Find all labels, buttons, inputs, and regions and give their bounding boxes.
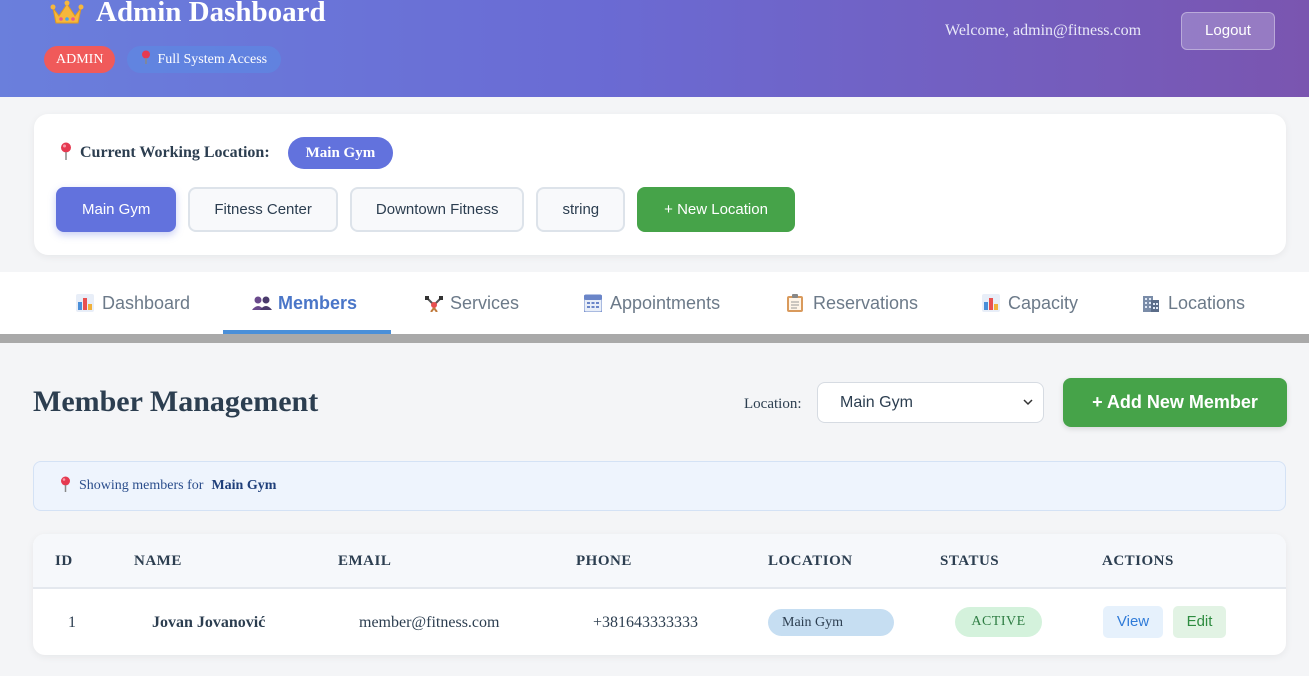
table-header: ID NAME EMAIL PHONE LOCATION STATUS ACTI… — [33, 534, 1286, 589]
tab-services[interactable]: Services — [424, 272, 519, 334]
current-location-badge: Main Gym — [287, 137, 394, 169]
building-icon — [1142, 294, 1160, 312]
section-title: Member Management — [33, 385, 319, 418]
members-table: ID NAME EMAIL PHONE LOCATION STATUS ACTI… — [33, 534, 1286, 655]
add-member-button[interactable]: + Add New Member — [1063, 378, 1287, 427]
tab-capacity[interactable]: Capacity — [982, 272, 1078, 334]
cell-phone: +381643333333 — [593, 614, 699, 631]
tab-appointments[interactable]: Appointments — [583, 272, 721, 334]
chevron-down-icon — [1023, 383, 1033, 438]
column-header-name: NAME — [134, 553, 182, 569]
edit-member-button[interactable]: Edit — [1173, 606, 1226, 638]
clipboard-icon — [787, 294, 805, 312]
logout-button[interactable]: Logout — [1181, 12, 1275, 50]
tab-locations[interactable]: Locations — [1142, 272, 1245, 334]
location-button-downtown-fitness[interactable]: Downtown Fitness — [349, 187, 525, 232]
people-icon — [252, 294, 272, 312]
tab-label: Reservations — [813, 292, 919, 313]
role-badge: ADMIN — [44, 46, 116, 73]
tab-label: Dashboard — [102, 292, 191, 313]
tab-bar-divider — [0, 334, 1309, 343]
tab-reservations[interactable]: Reservations — [787, 272, 918, 334]
dumbbell-icon — [424, 294, 443, 313]
location-button-main-gym[interactable]: Main Gym — [56, 187, 177, 232]
current-location-row: Current Working Location: Main Gym — [60, 137, 394, 169]
chart-icon — [982, 294, 1000, 312]
access-badge: Full System Access — [127, 46, 282, 73]
app-header: Admin Dashboard ADMIN Full System Access… — [0, 0, 1309, 97]
column-header-location: LOCATION — [768, 553, 853, 569]
column-header-status: STATUS — [940, 553, 1000, 569]
pin-icon — [141, 50, 151, 70]
location-switcher: Main Gym Fitness Center Downtown Fitness… — [56, 187, 795, 232]
new-location-button[interactable]: + New Location — [637, 187, 795, 232]
location-card: Current Working Location: Main Gym Main … — [34, 114, 1286, 255]
tab-label: Locations — [1168, 292, 1246, 313]
header-title-group: Admin Dashboard — [50, 0, 326, 29]
cell-id: 1 — [68, 614, 76, 631]
location-filter-label: Location: — [744, 396, 802, 412]
pin-icon — [60, 476, 71, 497]
column-header-actions: ACTIONS — [1102, 553, 1174, 569]
tab-dashboard[interactable]: Dashboard — [76, 272, 190, 334]
tab-label: Appointments — [610, 292, 721, 313]
location-button-string[interactable]: string — [536, 187, 626, 232]
tab-label: Services — [450, 292, 520, 313]
welcome-text: Welcome, admin@fitness.com — [945, 22, 1142, 39]
calendar-icon — [583, 294, 603, 313]
tab-label: Capacity — [1008, 292, 1079, 313]
current-location-label: Current Working Location: — [80, 144, 270, 161]
role-badges: ADMIN Full System Access — [44, 46, 282, 73]
chart-icon — [76, 294, 94, 312]
view-member-button[interactable]: View — [1103, 606, 1163, 638]
access-badge-label: Full System Access — [157, 52, 268, 67]
info-text: Showing members for — [79, 478, 204, 493]
cell-location-badge: Main Gym — [768, 609, 894, 636]
page-title: Admin Dashboard — [96, 0, 326, 28]
pin-icon — [60, 142, 72, 165]
cell-email: member@fitness.com — [359, 614, 500, 631]
column-header-phone: PHONE — [576, 553, 632, 569]
info-location: Main Gym — [211, 478, 277, 493]
tab-members[interactable]: Members — [252, 272, 357, 334]
location-filter-select[interactable]: Main Gym — [817, 382, 1044, 423]
column-header-id: ID — [55, 553, 73, 569]
crown-icon — [50, 0, 84, 27]
tab-label: Members — [278, 292, 358, 313]
location-filter-value: Main Gym — [840, 394, 913, 411]
column-header-email: EMAIL — [338, 553, 392, 569]
cell-name: Jovan Jovanović — [152, 614, 266, 631]
location-button-fitness-center[interactable]: Fitness Center — [188, 187, 338, 232]
location-info-banner: Showing members for Main Gym — [33, 461, 1286, 511]
tab-bar: Dashboard Members Services Appointments … — [0, 272, 1309, 334]
status-badge: ACTIVE — [955, 607, 1042, 637]
